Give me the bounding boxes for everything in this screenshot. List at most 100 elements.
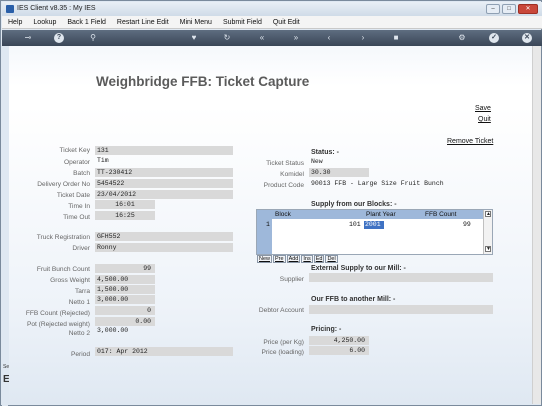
truck-registration-field[interactable]: GFH552: [95, 232, 233, 241]
fast-forward-icon[interactable]: »: [291, 33, 301, 43]
ffb-count-rejected-field[interactable]: 0: [95, 306, 155, 315]
status-heading: Status: -: [311, 149, 339, 156]
grid-cell-ffb-count[interactable]: 99: [463, 221, 471, 228]
netto-1-field[interactable]: 3,000.00: [95, 295, 155, 304]
debtor-account-label: Debtor Account: [258, 307, 304, 314]
menu-bar: Help Lookup Back 1 Field Restart Line Ed…: [2, 16, 542, 29]
period-field[interactable]: 017: Apr 2012: [95, 347, 233, 356]
search-icon[interactable]: ⚲: [88, 33, 98, 43]
grid-cell-plant-year[interactable]: 2001: [364, 221, 384, 229]
komidel-label: Komidel: [280, 171, 304, 178]
menu-restart-line-edit[interactable]: Restart Line Edit: [111, 16, 174, 28]
blocks-grid: Block Plant Year FFB Count 1 101 2001 99…: [256, 209, 493, 255]
menu-quit-edit[interactable]: Quit Edit: [267, 16, 305, 28]
truck-registration-label: Truck Registration: [36, 234, 90, 241]
left-strip: [2, 46, 8, 406]
delivery-order-field[interactable]: 5454522: [95, 179, 233, 188]
forward-icon[interactable]: ›: [358, 33, 368, 43]
supplier-field[interactable]: [309, 273, 493, 282]
heart-icon[interactable]: ♥: [189, 33, 199, 43]
fruit-bunch-count-label: Fruit Bunch Count: [36, 266, 90, 273]
netto-1-label: Netto 1: [68, 299, 90, 306]
ticket-date-field[interactable]: 23/04/2012: [95, 190, 233, 199]
debtor-account-field[interactable]: [309, 305, 493, 314]
menu-back-1-field[interactable]: Back 1 Field: [61, 16, 111, 28]
operator-label: Operator: [63, 159, 90, 166]
price-loading-field[interactable]: 6.00: [309, 346, 369, 355]
time-out-label: Time Out: [63, 214, 90, 221]
delivery-order-label: Delivery Order No: [37, 181, 90, 188]
grid-scroll-down-icon[interactable]: ▼: [485, 246, 491, 252]
grid-ed-button[interactable]: Ed: [313, 255, 325, 263]
ticket-date-label: Ticket Date: [56, 192, 90, 199]
refresh-icon[interactable]: ↻: [222, 33, 232, 43]
close-button[interactable]: ✕: [518, 4, 538, 14]
menu-lookup[interactable]: Lookup: [27, 16, 61, 28]
back-icon[interactable]: ‹: [324, 33, 334, 43]
driver-label: Driver: [72, 245, 90, 252]
menu-submit-field[interactable]: Submit Field: [217, 16, 267, 28]
check-icon[interactable]: ✓: [489, 33, 499, 43]
tarra-field[interactable]: 1,500.00: [95, 285, 155, 294]
menu-mini-menu[interactable]: Mini Menu: [174, 16, 217, 28]
period-label: Period: [70, 351, 90, 358]
netto-2-label: Netto 2: [68, 330, 90, 337]
time-out-field[interactable]: 16:25: [95, 211, 155, 220]
grid-new-button[interactable]: New: [257, 255, 273, 263]
price-per-kg-field[interactable]: 4,250.00: [309, 336, 369, 345]
grid-header-ffb-count: FFB Count: [425, 211, 457, 218]
grid-header: Block Plant Year FFB Count: [257, 210, 483, 219]
supplier-label: Supplier: [279, 276, 304, 283]
save-link[interactable]: Save: [475, 105, 491, 112]
stop-icon[interactable]: ■: [391, 33, 401, 43]
external-supply-heading: External Supply to our Mill: -: [311, 265, 406, 272]
minimize-button[interactable]: –: [486, 4, 500, 14]
grid-scrollbar[interactable]: ▲ ▼: [483, 210, 492, 254]
ticket-key-field[interactable]: 131: [95, 146, 233, 155]
app-icon: [6, 5, 14, 13]
product-code-field: 90013 FFB - Large Size Fruit Bunch: [311, 180, 444, 187]
operator-field: Tim: [97, 157, 109, 164]
grid-buttons: New Pre Add Ins Ed Del: [257, 255, 338, 263]
maximize-button[interactable]: □: [502, 4, 516, 14]
ticket-status-field: New: [311, 158, 323, 165]
page-title: Weighbridge FFB: Ticket Capture: [96, 74, 310, 89]
title-bar: IES Client v8.35 : My IES – □ ✕: [2, 2, 542, 16]
gross-weight-label: Gross Weight: [50, 277, 90, 284]
grid-add-button[interactable]: Add: [286, 255, 301, 263]
quit-link[interactable]: Quit: [478, 116, 491, 123]
fruit-bunch-count-field[interactable]: 99: [95, 264, 155, 273]
grid-scroll-up-icon[interactable]: ▲: [485, 211, 491, 217]
key-icon[interactable]: ⊸: [20, 33, 36, 43]
gross-weight-field[interactable]: 4,500.00: [95, 275, 155, 284]
vertical-scrollbar[interactable]: [532, 46, 541, 404]
time-in-label: Time In: [68, 203, 90, 210]
grid-ins-button[interactable]: Ins: [301, 255, 313, 263]
pot-rejected-weight-field[interactable]: 0.00: [95, 317, 155, 326]
menu-help[interactable]: Help: [2, 16, 27, 28]
window-title: IES Client v8.35 : My IES: [17, 5, 96, 12]
grid-pre-button[interactable]: Pre: [273, 255, 286, 263]
toolbar: ⊸ ? ⚲ ♥ ↻ « » ‹ › ■ ⚙ ✓ ✕: [2, 30, 542, 46]
rewind-icon[interactable]: «: [257, 33, 267, 43]
time-in-field[interactable]: 16:01: [95, 200, 155, 209]
settings-icon[interactable]: ⚙: [457, 33, 467, 43]
close-icon[interactable]: ✕: [522, 33, 532, 43]
komidel-field[interactable]: 30.30: [309, 168, 369, 177]
netto-2-field: 3,000.00: [97, 327, 129, 334]
ticket-key-label: Ticket Key: [59, 147, 90, 154]
pricing-heading: Pricing: -: [311, 326, 342, 333]
ffb-count-rejected-label: FFB Count (Rejected): [25, 310, 90, 317]
our-ffb-heading: Our FFB to another Mill: -: [311, 296, 396, 303]
remove-ticket-link[interactable]: Remove Ticket: [447, 138, 493, 145]
product-code-label: Product Code: [263, 182, 304, 189]
grid-cell-block[interactable]: 101: [349, 221, 361, 228]
price-loading-label: Price (loading): [261, 349, 304, 356]
batch-field[interactable]: TT-230412: [95, 168, 233, 177]
price-per-kg-label: Price (per Kg): [263, 339, 304, 346]
driver-field[interactable]: Ronny: [95, 243, 233, 252]
app-window: IES Client v8.35 : My IES – □ ✕ Help Loo…: [0, 0, 542, 406]
help-icon[interactable]: ?: [54, 33, 64, 43]
supply-heading: Supply from our Blocks: -: [311, 201, 397, 208]
grid-del-button[interactable]: Del: [325, 255, 338, 263]
